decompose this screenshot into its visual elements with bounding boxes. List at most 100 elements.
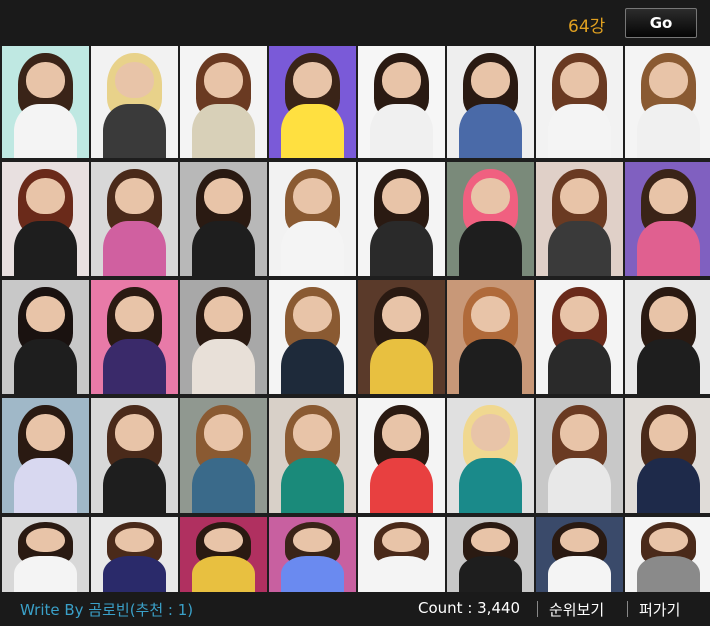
- photo-face: [560, 414, 599, 451]
- photo-tile[interactable]: [358, 517, 445, 592]
- photo-body: [459, 339, 522, 394]
- photo-tile[interactable]: [180, 398, 267, 513]
- photo-body: [459, 221, 522, 276]
- photo-tile[interactable]: [269, 398, 356, 513]
- photo-tile[interactable]: [91, 162, 178, 276]
- photo-body: [281, 556, 344, 592]
- photo-face: [115, 414, 154, 451]
- photo-body: [14, 339, 77, 394]
- photo-face: [382, 61, 421, 98]
- photo-tile[interactable]: [536, 517, 623, 592]
- photo-body: [103, 339, 166, 394]
- photo-face: [204, 61, 243, 98]
- photo-body: [103, 221, 166, 276]
- photo-tile[interactable]: [447, 46, 534, 158]
- photo-tile[interactable]: [358, 280, 445, 394]
- photo-face: [293, 414, 332, 451]
- photo-tile[interactable]: [269, 280, 356, 394]
- photo-tile[interactable]: [447, 280, 534, 394]
- photo-body: [14, 556, 77, 592]
- divider: [537, 601, 538, 617]
- photo-face: [204, 177, 243, 215]
- photo-body: [459, 104, 522, 158]
- photo-face: [649, 177, 688, 215]
- photo-tile[interactable]: [625, 280, 710, 394]
- photo-tile[interactable]: [625, 517, 710, 592]
- photo-tile[interactable]: [91, 517, 178, 592]
- photo-body: [548, 221, 611, 276]
- photo-tile[interactable]: [358, 46, 445, 158]
- photo-body: [14, 104, 77, 158]
- photo-face: [204, 527, 243, 552]
- photo-tile[interactable]: [447, 517, 534, 592]
- go-button[interactable]: Go: [625, 8, 697, 38]
- photo-body: [370, 556, 433, 592]
- photo-body: [14, 221, 77, 276]
- photo-tile[interactable]: [358, 398, 445, 513]
- photo-body: [370, 104, 433, 158]
- photo-face: [382, 295, 421, 333]
- photo-face: [26, 527, 65, 552]
- photo-body: [370, 221, 433, 276]
- photo-face: [471, 61, 510, 98]
- photo-tile[interactable]: [447, 398, 534, 513]
- photo-face: [293, 295, 332, 333]
- photo-face: [26, 177, 65, 215]
- photo-body: [637, 457, 700, 513]
- photo-tile[interactable]: [91, 46, 178, 158]
- photo-body: [281, 104, 344, 158]
- photo-tile[interactable]: [2, 398, 89, 513]
- photo-body: [281, 339, 344, 394]
- photo-body: [192, 104, 255, 158]
- photo-tile[interactable]: [180, 162, 267, 276]
- photo-tile[interactable]: [536, 398, 623, 513]
- photo-tile[interactable]: [180, 46, 267, 158]
- photo-tile[interactable]: [180, 517, 267, 592]
- photo-tile[interactable]: [269, 46, 356, 158]
- photo-face: [471, 295, 510, 333]
- photo-body: [281, 221, 344, 276]
- photo-tile[interactable]: [536, 162, 623, 276]
- photo-face: [560, 527, 599, 552]
- photo-body: [459, 556, 522, 592]
- photo-body: [103, 104, 166, 158]
- photo-body: [637, 221, 700, 276]
- photo-body: [370, 339, 433, 394]
- photo-tile[interactable]: [358, 162, 445, 276]
- vote-count: Count : 3,440: [418, 599, 521, 617]
- photo-tile[interactable]: [625, 398, 710, 513]
- photo-face: [649, 295, 688, 333]
- photo-body: [103, 556, 166, 592]
- photo-tile[interactable]: [625, 46, 710, 158]
- photo-tile[interactable]: [2, 46, 89, 158]
- photo-tile[interactable]: [91, 398, 178, 513]
- photo-body: [370, 457, 433, 513]
- photo-tile[interactable]: [91, 280, 178, 394]
- photo-body: [548, 104, 611, 158]
- ranking-link[interactable]: 순위보기: [549, 599, 604, 620]
- top-bar: 64강 Go: [0, 0, 710, 46]
- photo-body: [192, 556, 255, 592]
- photo-tile[interactable]: [625, 162, 710, 276]
- photo-face: [26, 414, 65, 451]
- bottom-bar: Write By 곰로빈(추천 : 1) Count : 3,440 순위보기 …: [0, 592, 710, 626]
- photo-tile[interactable]: [2, 280, 89, 394]
- photo-face: [115, 527, 154, 552]
- photo-tile[interactable]: [536, 280, 623, 394]
- photo-body: [192, 457, 255, 513]
- photo-tile[interactable]: [2, 517, 89, 592]
- photo-tile[interactable]: [180, 280, 267, 394]
- photo-tile[interactable]: [269, 517, 356, 592]
- photo-tile[interactable]: [536, 46, 623, 158]
- photo-tile[interactable]: [447, 162, 534, 276]
- photo-grid: [0, 46, 710, 592]
- photo-tile[interactable]: [2, 162, 89, 276]
- photo-face: [293, 177, 332, 215]
- share-link[interactable]: 퍼가기: [639, 599, 680, 620]
- photo-face: [560, 177, 599, 215]
- photo-face: [26, 61, 65, 98]
- photo-face: [115, 295, 154, 333]
- photo-tile[interactable]: [269, 162, 356, 276]
- photo-face: [204, 295, 243, 333]
- photo-body: [637, 556, 700, 592]
